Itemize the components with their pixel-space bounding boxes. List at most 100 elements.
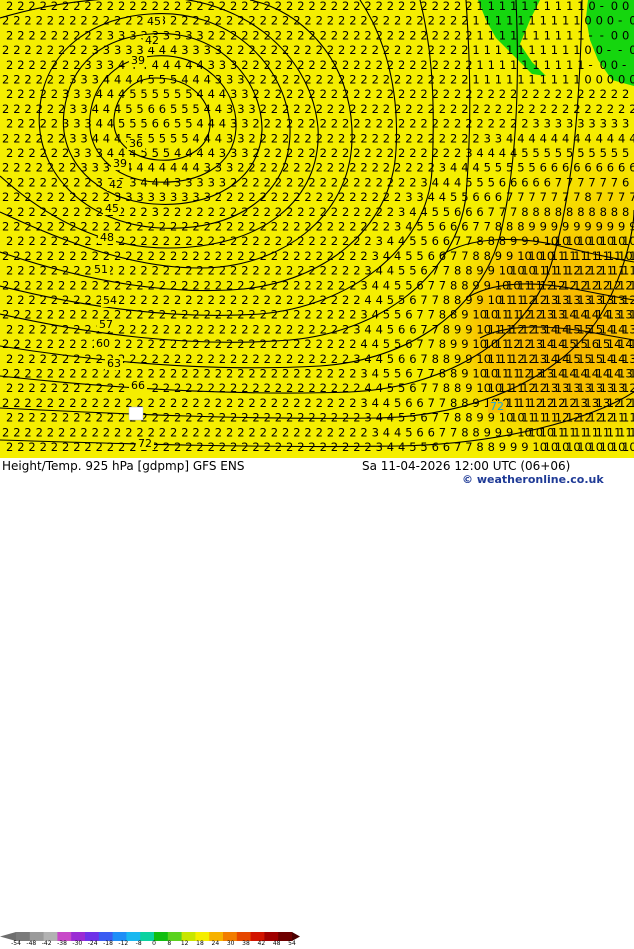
svg-text:-: - [588,58,592,72]
svg-text:2: 2 [264,352,271,366]
svg-text:2: 2 [286,87,293,101]
svg-text:1: 1 [577,0,584,13]
svg-text:2: 2 [196,352,203,366]
svg-text:4: 4 [387,440,394,454]
svg-text:2: 2 [320,58,327,72]
svg-text:5: 5 [450,190,457,204]
svg-text:1: 1 [528,14,535,28]
svg-text:6: 6 [472,190,479,204]
svg-text:6: 6 [622,175,629,189]
svg-text:2: 2 [353,28,360,42]
svg-text:2: 2 [331,146,338,160]
svg-text:4: 4 [192,73,199,87]
svg-text:2: 2 [6,28,13,42]
svg-text:2: 2 [349,161,356,175]
svg-text:2: 2 [342,264,349,278]
svg-text:6: 6 [584,161,591,175]
svg-text:4: 4 [192,131,199,145]
svg-text:1: 1 [517,14,524,28]
svg-text:2: 2 [114,425,121,439]
svg-text:2: 2 [271,396,278,410]
svg-text:2: 2 [107,381,114,395]
svg-text:2: 2 [327,131,334,145]
colorbar-tick-label: 12 [180,940,189,947]
svg-text:3: 3 [219,175,226,189]
svg-text:2: 2 [398,58,405,72]
contour-label: 63 [107,357,121,370]
svg-text:2: 2 [230,234,237,248]
svg-text:2: 2 [316,278,323,292]
svg-text:5: 5 [394,367,401,381]
svg-text:2: 2 [308,352,315,366]
contour-label: 48 [100,231,114,244]
svg-text:2: 2 [58,308,65,322]
svg-text:2: 2 [308,293,315,307]
svg-text:2: 2 [118,234,125,248]
svg-text:2: 2 [84,0,91,13]
svg-text:4: 4 [551,131,558,145]
svg-text:0: 0 [596,73,603,87]
svg-text:2: 2 [36,396,43,410]
svg-text:9: 9 [465,322,472,336]
svg-text:1: 1 [521,58,528,72]
svg-text:1: 1 [521,0,528,13]
svg-text:2: 2 [114,278,121,292]
svg-text:0: 0 [629,73,634,87]
colorbar-tick-label: 18 [196,940,204,947]
svg-text:2: 2 [17,411,24,425]
svg-text:2: 2 [349,308,356,322]
svg-text:1: 1 [517,43,524,57]
svg-text:2: 2 [219,293,226,307]
svg-text:2: 2 [159,308,166,322]
svg-text:9: 9 [461,337,468,351]
svg-text:4: 4 [174,58,181,72]
svg-text:2: 2 [24,396,31,410]
svg-text:2: 2 [80,425,87,439]
svg-text:2: 2 [6,87,13,101]
svg-text:2: 2 [286,28,293,42]
svg-text:2: 2 [353,146,360,160]
svg-text:7: 7 [472,220,479,234]
svg-text:5: 5 [532,146,539,160]
svg-text:2: 2 [499,117,506,131]
svg-text:2: 2 [24,337,31,351]
svg-text:3: 3 [196,175,203,189]
svg-text:4: 4 [443,175,450,189]
svg-text:2: 2 [349,425,356,439]
svg-text:2: 2 [58,43,65,57]
svg-text:2: 2 [416,14,423,28]
colorbar-tick-label: -30 [72,940,83,947]
svg-text:2: 2 [219,205,226,219]
svg-text:3: 3 [84,87,91,101]
svg-text:3: 3 [394,220,401,234]
svg-text:2: 2 [600,87,607,101]
svg-text:8: 8 [484,249,491,263]
svg-text:2: 2 [185,322,192,336]
svg-text:2: 2 [327,396,334,410]
svg-text:2: 2 [17,440,24,454]
svg-text:-: - [588,28,592,42]
svg-text:6: 6 [432,234,439,248]
svg-text:2: 2 [271,43,278,57]
svg-text:0: 0 [622,28,629,42]
svg-text:5: 5 [555,146,562,160]
svg-text:2: 2 [84,264,91,278]
svg-text:4: 4 [185,146,192,160]
svg-text:2: 2 [58,425,65,439]
svg-text:2: 2 [125,425,132,439]
svg-text:2: 2 [40,322,47,336]
svg-text:2: 2 [36,249,43,263]
svg-text:2: 2 [6,440,13,454]
svg-text:2: 2 [17,87,24,101]
svg-text:2: 2 [420,146,427,160]
svg-text:0: 0 [629,14,634,28]
svg-text:2: 2 [443,146,450,160]
svg-text:3: 3 [241,87,248,101]
svg-text:4: 4 [181,161,188,175]
svg-text:2: 2 [338,425,345,439]
svg-text:2: 2 [28,264,35,278]
svg-text:8: 8 [450,278,457,292]
svg-text:2: 2 [275,28,282,42]
svg-text:2: 2 [6,117,13,131]
contour-label: 42 [145,34,159,47]
